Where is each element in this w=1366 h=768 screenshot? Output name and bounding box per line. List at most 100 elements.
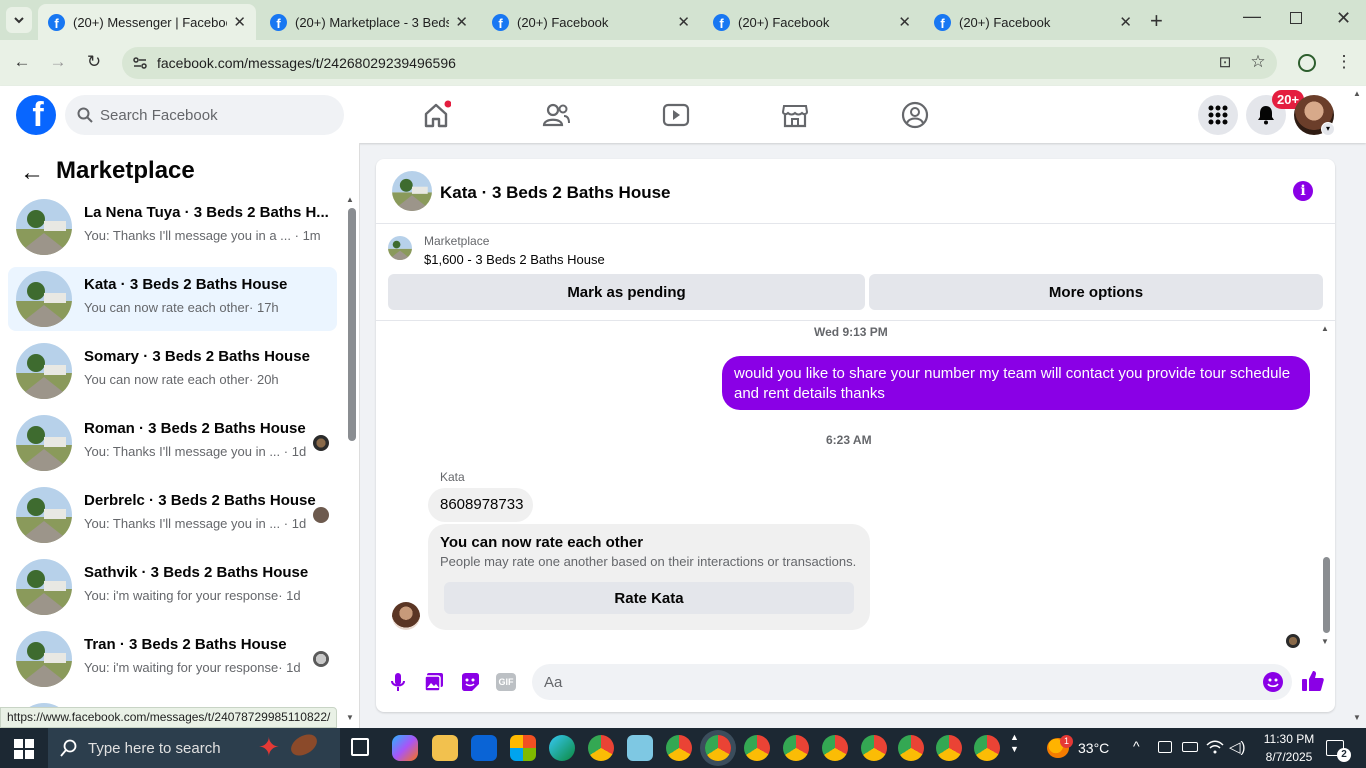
- microsoft-store-app-icon[interactable]: [510, 735, 536, 761]
- sidebar-scrollbar-up-arrow[interactable]: ▲: [346, 195, 354, 204]
- sender-avatar[interactable]: [392, 602, 420, 630]
- site-info-icon[interactable]: [132, 55, 148, 71]
- back-arrow-icon[interactable]: ←: [20, 159, 44, 187]
- facebook-logo-icon[interactable]: f: [16, 95, 56, 135]
- close-tab-icon[interactable]: ✕: [233, 13, 246, 31]
- clock-time[interactable]: 11:30 PM: [1258, 732, 1320, 746]
- copilot-app-icon[interactable]: [392, 735, 418, 761]
- chat-scrollbar-down-arrow[interactable]: ▼: [1321, 637, 1329, 646]
- conversation-item[interactable]: Roman · 3 Beds 2 Baths House You: Thanks…: [8, 411, 337, 475]
- video-icon[interactable]: [661, 100, 691, 130]
- chrome-profile-app-icon[interactable]: [936, 735, 962, 761]
- rate-kata-button[interactable]: Rate Kata: [444, 582, 854, 614]
- browser-tab-messenger[interactable]: f (20+) Messenger | Facebook ✕: [38, 4, 256, 40]
- listing-thumbnail-small[interactable]: [388, 236, 412, 260]
- browser-tab-facebook-1[interactable]: f (20+) Facebook ✕: [482, 4, 700, 40]
- browser-tab-facebook-3[interactable]: f (20+) Facebook ✕: [924, 4, 1142, 40]
- conversation-item[interactable]: Sathvik · 3 Beds 2 Baths House You: i'm …: [8, 555, 337, 619]
- chrome-profile-app-icon-active[interactable]: [705, 735, 731, 761]
- install-app-icon[interactable]: ⊡: [1213, 53, 1237, 71]
- incoming-message-bubble[interactable]: 8608978733: [428, 488, 533, 522]
- outlook-app-icon[interactable]: [471, 735, 497, 761]
- marketplace-icon[interactable]: [780, 100, 810, 130]
- url-text: facebook.com/messages/t/2426802923949659…: [157, 55, 456, 71]
- home-icon[interactable]: [421, 100, 451, 130]
- chrome-profile-app-icon[interactable]: [744, 735, 770, 761]
- taskbar-search-box[interactable]: Type here to search ✦: [48, 728, 340, 768]
- emoji-icon[interactable]: [1263, 672, 1283, 692]
- seen-avatar: [313, 435, 329, 451]
- task-view-icon[interactable]: [351, 738, 369, 756]
- back-arrow-icon[interactable]: ←: [10, 52, 34, 72]
- page-scrollbar-down-arrow[interactable]: ▼: [1353, 713, 1361, 722]
- sidebar-scrollbar-down-arrow[interactable]: ▼: [346, 713, 354, 722]
- menu-grid-button[interactable]: [1198, 95, 1238, 135]
- more-options-button[interactable]: More options: [869, 274, 1323, 310]
- wifi-icon[interactable]: [1206, 740, 1224, 754]
- show-hidden-icons-icon[interactable]: ^: [1133, 738, 1140, 754]
- message-input[interactable]: Aa: [532, 664, 1292, 700]
- notepad-app-icon[interactable]: [627, 735, 653, 761]
- listing-title[interactable]: $1,600 - 3 Beds 2 Baths House: [424, 252, 605, 267]
- meet-now-icon[interactable]: [1158, 741, 1172, 753]
- weather-temperature[interactable]: 33°C: [1078, 740, 1109, 756]
- chrome-profile-app-icon[interactable]: [783, 735, 809, 761]
- page-scrollbar-up-arrow[interactable]: ▲: [1353, 89, 1361, 98]
- browser-tab-marketplace[interactable]: f (20+) Marketplace - 3 Beds 2 ✕: [260, 4, 478, 40]
- conversation-item-selected[interactable]: Kata · 3 Beds 2 Baths House You can now …: [8, 267, 337, 331]
- chrome-profile-app-icon[interactable]: [666, 735, 692, 761]
- battery-icon[interactable]: [1182, 742, 1198, 752]
- chat-scrollbar-thumb[interactable]: [1323, 557, 1330, 633]
- conversation-item[interactable]: Somary · 3 Beds 2 Baths House You can no…: [8, 339, 337, 403]
- reload-icon[interactable]: ↻: [82, 52, 106, 72]
- profile-icon[interactable]: [1298, 54, 1316, 72]
- close-tab-icon[interactable]: ✕: [1119, 13, 1132, 31]
- address-bar[interactable]: facebook.com/messages/t/2426802923949659…: [122, 47, 1277, 79]
- gif-icon[interactable]: GIF: [496, 673, 516, 691]
- clock-date[interactable]: 8/7/2025: [1258, 750, 1320, 764]
- account-chevron-icon[interactable]: ▾: [1321, 122, 1335, 136]
- volume-icon[interactable]: ◁): [1229, 738, 1246, 756]
- outgoing-message-bubble[interactable]: would you like to share your number my t…: [722, 356, 1310, 410]
- tab-title: (20+) Facebook: [959, 14, 1051, 30]
- minimize-window-button[interactable]: —: [1243, 6, 1261, 27]
- sidebar-scrollbar-thumb[interactable]: [348, 208, 356, 441]
- chrome-profile-app-icon[interactable]: [898, 735, 924, 761]
- groups-icon[interactable]: [900, 100, 930, 130]
- browser-menu-icon[interactable]: ⋮: [1332, 52, 1356, 72]
- friends-icon[interactable]: [541, 100, 571, 130]
- windows-start-icon[interactable]: [14, 739, 34, 759]
- conversation-item[interactable]: Tran · 3 Beds 2 Baths House You: i'm wai…: [8, 627, 337, 691]
- file-explorer-app-icon[interactable]: [432, 735, 458, 761]
- browser-tab-facebook-2[interactable]: f (20+) Facebook ✕: [703, 4, 921, 40]
- close-window-button[interactable]: ✕: [1336, 8, 1351, 29]
- photo-icon[interactable]: [424, 672, 444, 692]
- close-tab-icon[interactable]: ✕: [677, 13, 690, 31]
- taskbar-overflow-chevron-icon[interactable]: ▲ ▼: [1010, 731, 1019, 755]
- sticker-icon[interactable]: [460, 672, 480, 692]
- chrome-profile-app-icon[interactable]: [822, 735, 848, 761]
- new-tab-button[interactable]: +: [1150, 8, 1163, 34]
- chrome-profile-app-icon[interactable]: [861, 735, 887, 761]
- like-thumbs-up-icon[interactable]: [1301, 669, 1325, 693]
- mark-as-pending-button[interactable]: Mark as pending: [388, 274, 865, 310]
- chat-scrollbar-up-arrow[interactable]: ▲: [1321, 324, 1329, 333]
- chat-listing-avatar[interactable]: [392, 171, 432, 211]
- info-icon[interactable]: i: [1293, 181, 1313, 201]
- close-tab-icon[interactable]: ✕: [455, 13, 468, 31]
- search-placeholder: Search Facebook: [100, 106, 218, 124]
- chat-title[interactable]: Kata · 3 Beds 2 Baths House: [440, 183, 671, 203]
- forward-arrow-icon[interactable]: →: [46, 52, 70, 72]
- close-tab-icon[interactable]: ✕: [898, 13, 911, 31]
- conversation-item[interactable]: La Nena Tuya · 3 Beds 2 Baths H... You: …: [8, 195, 337, 259]
- bookmark-star-icon[interactable]: ☆: [1246, 52, 1270, 72]
- microphone-icon[interactable]: [389, 672, 407, 692]
- facebook-search-input[interactable]: Search Facebook: [65, 95, 344, 135]
- chrome-profile-app-icon[interactable]: [974, 735, 1000, 761]
- edge-app-icon[interactable]: [549, 735, 575, 761]
- chrome-app-icon[interactable]: [588, 735, 614, 761]
- conversation-item[interactable]: Derbrelc · 3 Beds 2 Baths House You: Tha…: [8, 483, 337, 547]
- restore-window-button[interactable]: [1290, 12, 1302, 24]
- message-timestamp: 6:23 AM: [826, 433, 872, 447]
- tab-search-button[interactable]: [6, 7, 32, 33]
